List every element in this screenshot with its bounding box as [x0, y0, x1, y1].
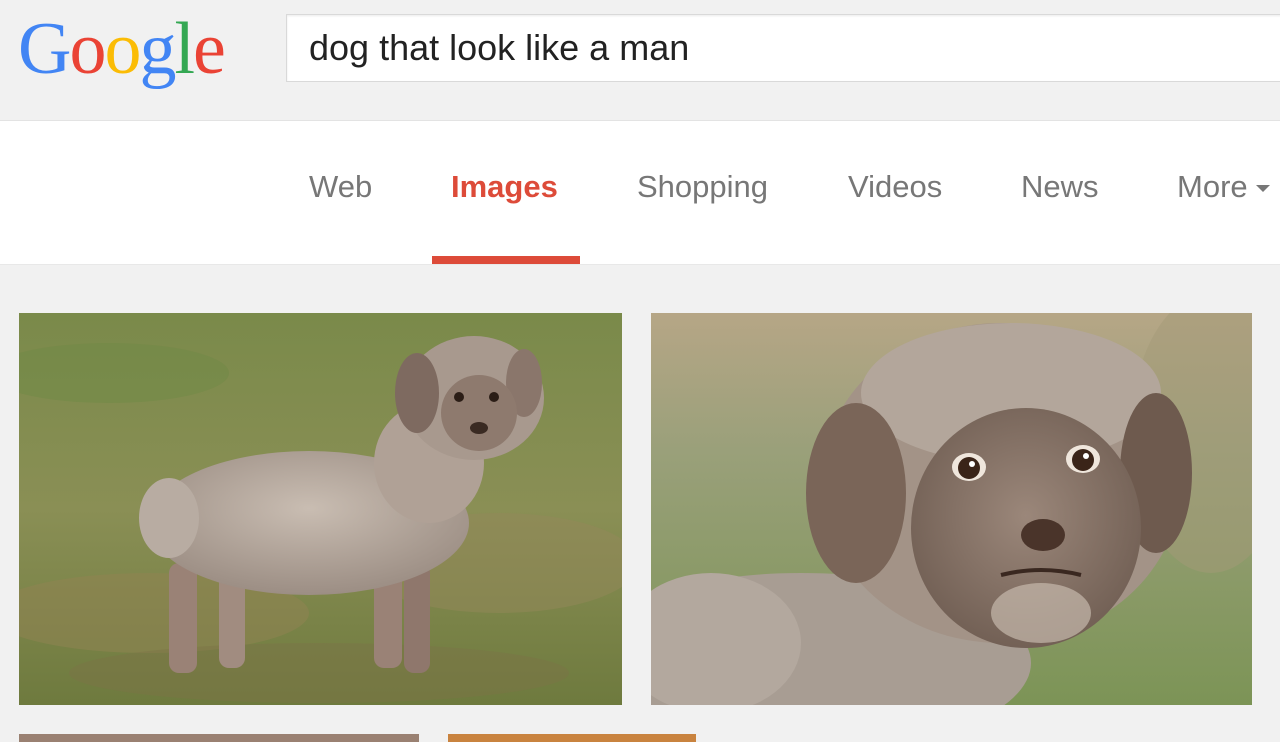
image-result[interactable]: [19, 734, 419, 742]
image-result[interactable]: [448, 734, 696, 742]
logo-letter: l: [174, 8, 195, 90]
image-result[interactable]: [19, 313, 622, 705]
tab-images[interactable]: Images: [451, 169, 558, 205]
tab-videos[interactable]: Videos: [848, 169, 942, 205]
logo-letter: o: [104, 8, 141, 90]
search-box: [286, 14, 1280, 82]
image-results: [0, 265, 1280, 742]
logo-letter: g: [139, 8, 176, 90]
dog-closeup-image: [651, 313, 1252, 705]
image-result[interactable]: [651, 313, 1252, 705]
search-tabs: Web Images Shopping Videos News More: [0, 121, 1280, 265]
dog-standing-image: [19, 313, 622, 705]
top-bar: Google: [0, 0, 1280, 121]
tab-web[interactable]: Web: [309, 169, 372, 205]
logo-letter: e: [193, 8, 226, 90]
tab-more-label: More: [1177, 169, 1248, 204]
tab-more[interactable]: More: [1177, 169, 1270, 205]
tab-news[interactable]: News: [1021, 169, 1099, 205]
google-logo[interactable]: Google: [18, 4, 226, 94]
chevron-down-icon: [1255, 185, 1270, 193]
logo-letter: G: [18, 8, 71, 90]
tab-shopping[interactable]: Shopping: [637, 169, 768, 205]
search-input[interactable]: [309, 15, 1269, 81]
logo-letter: o: [69, 8, 106, 90]
active-tab-indicator: [432, 256, 580, 264]
